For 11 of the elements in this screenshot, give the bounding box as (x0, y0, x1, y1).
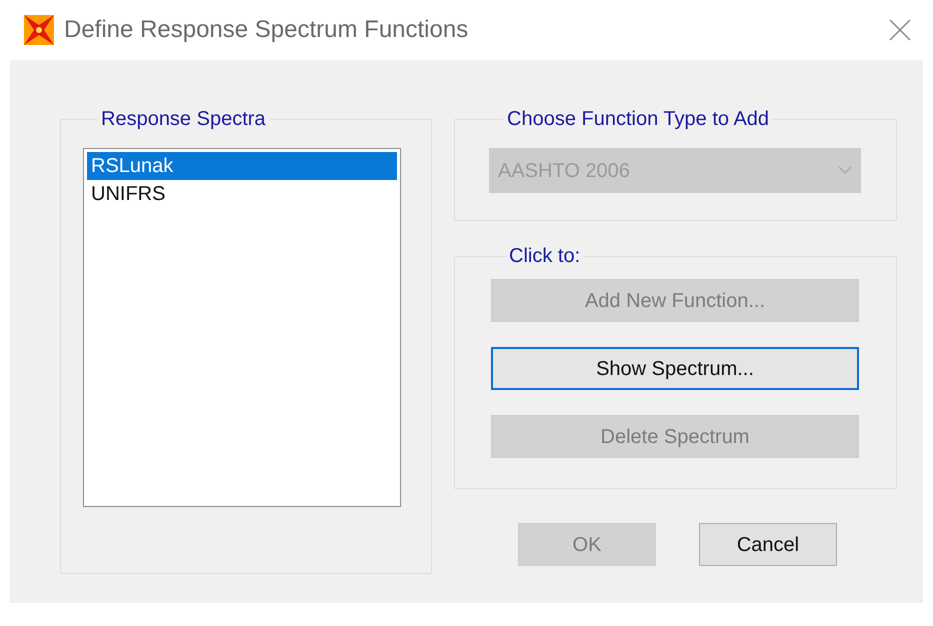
group-label: Choose Function Type to Add (506, 107, 770, 132)
group-label: Response Spectra (100, 107, 267, 132)
group-label: Click to: (508, 244, 582, 269)
dialog-button[interactable]: Cancel (699, 523, 837, 566)
window-title: Define Response Spectrum Functions (64, 15, 468, 45)
list-item[interactable]: UNIFRS (87, 180, 397, 208)
list-item[interactable]: RSLunak (87, 152, 397, 180)
dialog-button[interactable]: Show Spectrum... (491, 347, 859, 390)
chevron-down-icon (838, 166, 852, 175)
app-icon (22, 13, 56, 47)
close-icon[interactable] (889, 19, 911, 41)
